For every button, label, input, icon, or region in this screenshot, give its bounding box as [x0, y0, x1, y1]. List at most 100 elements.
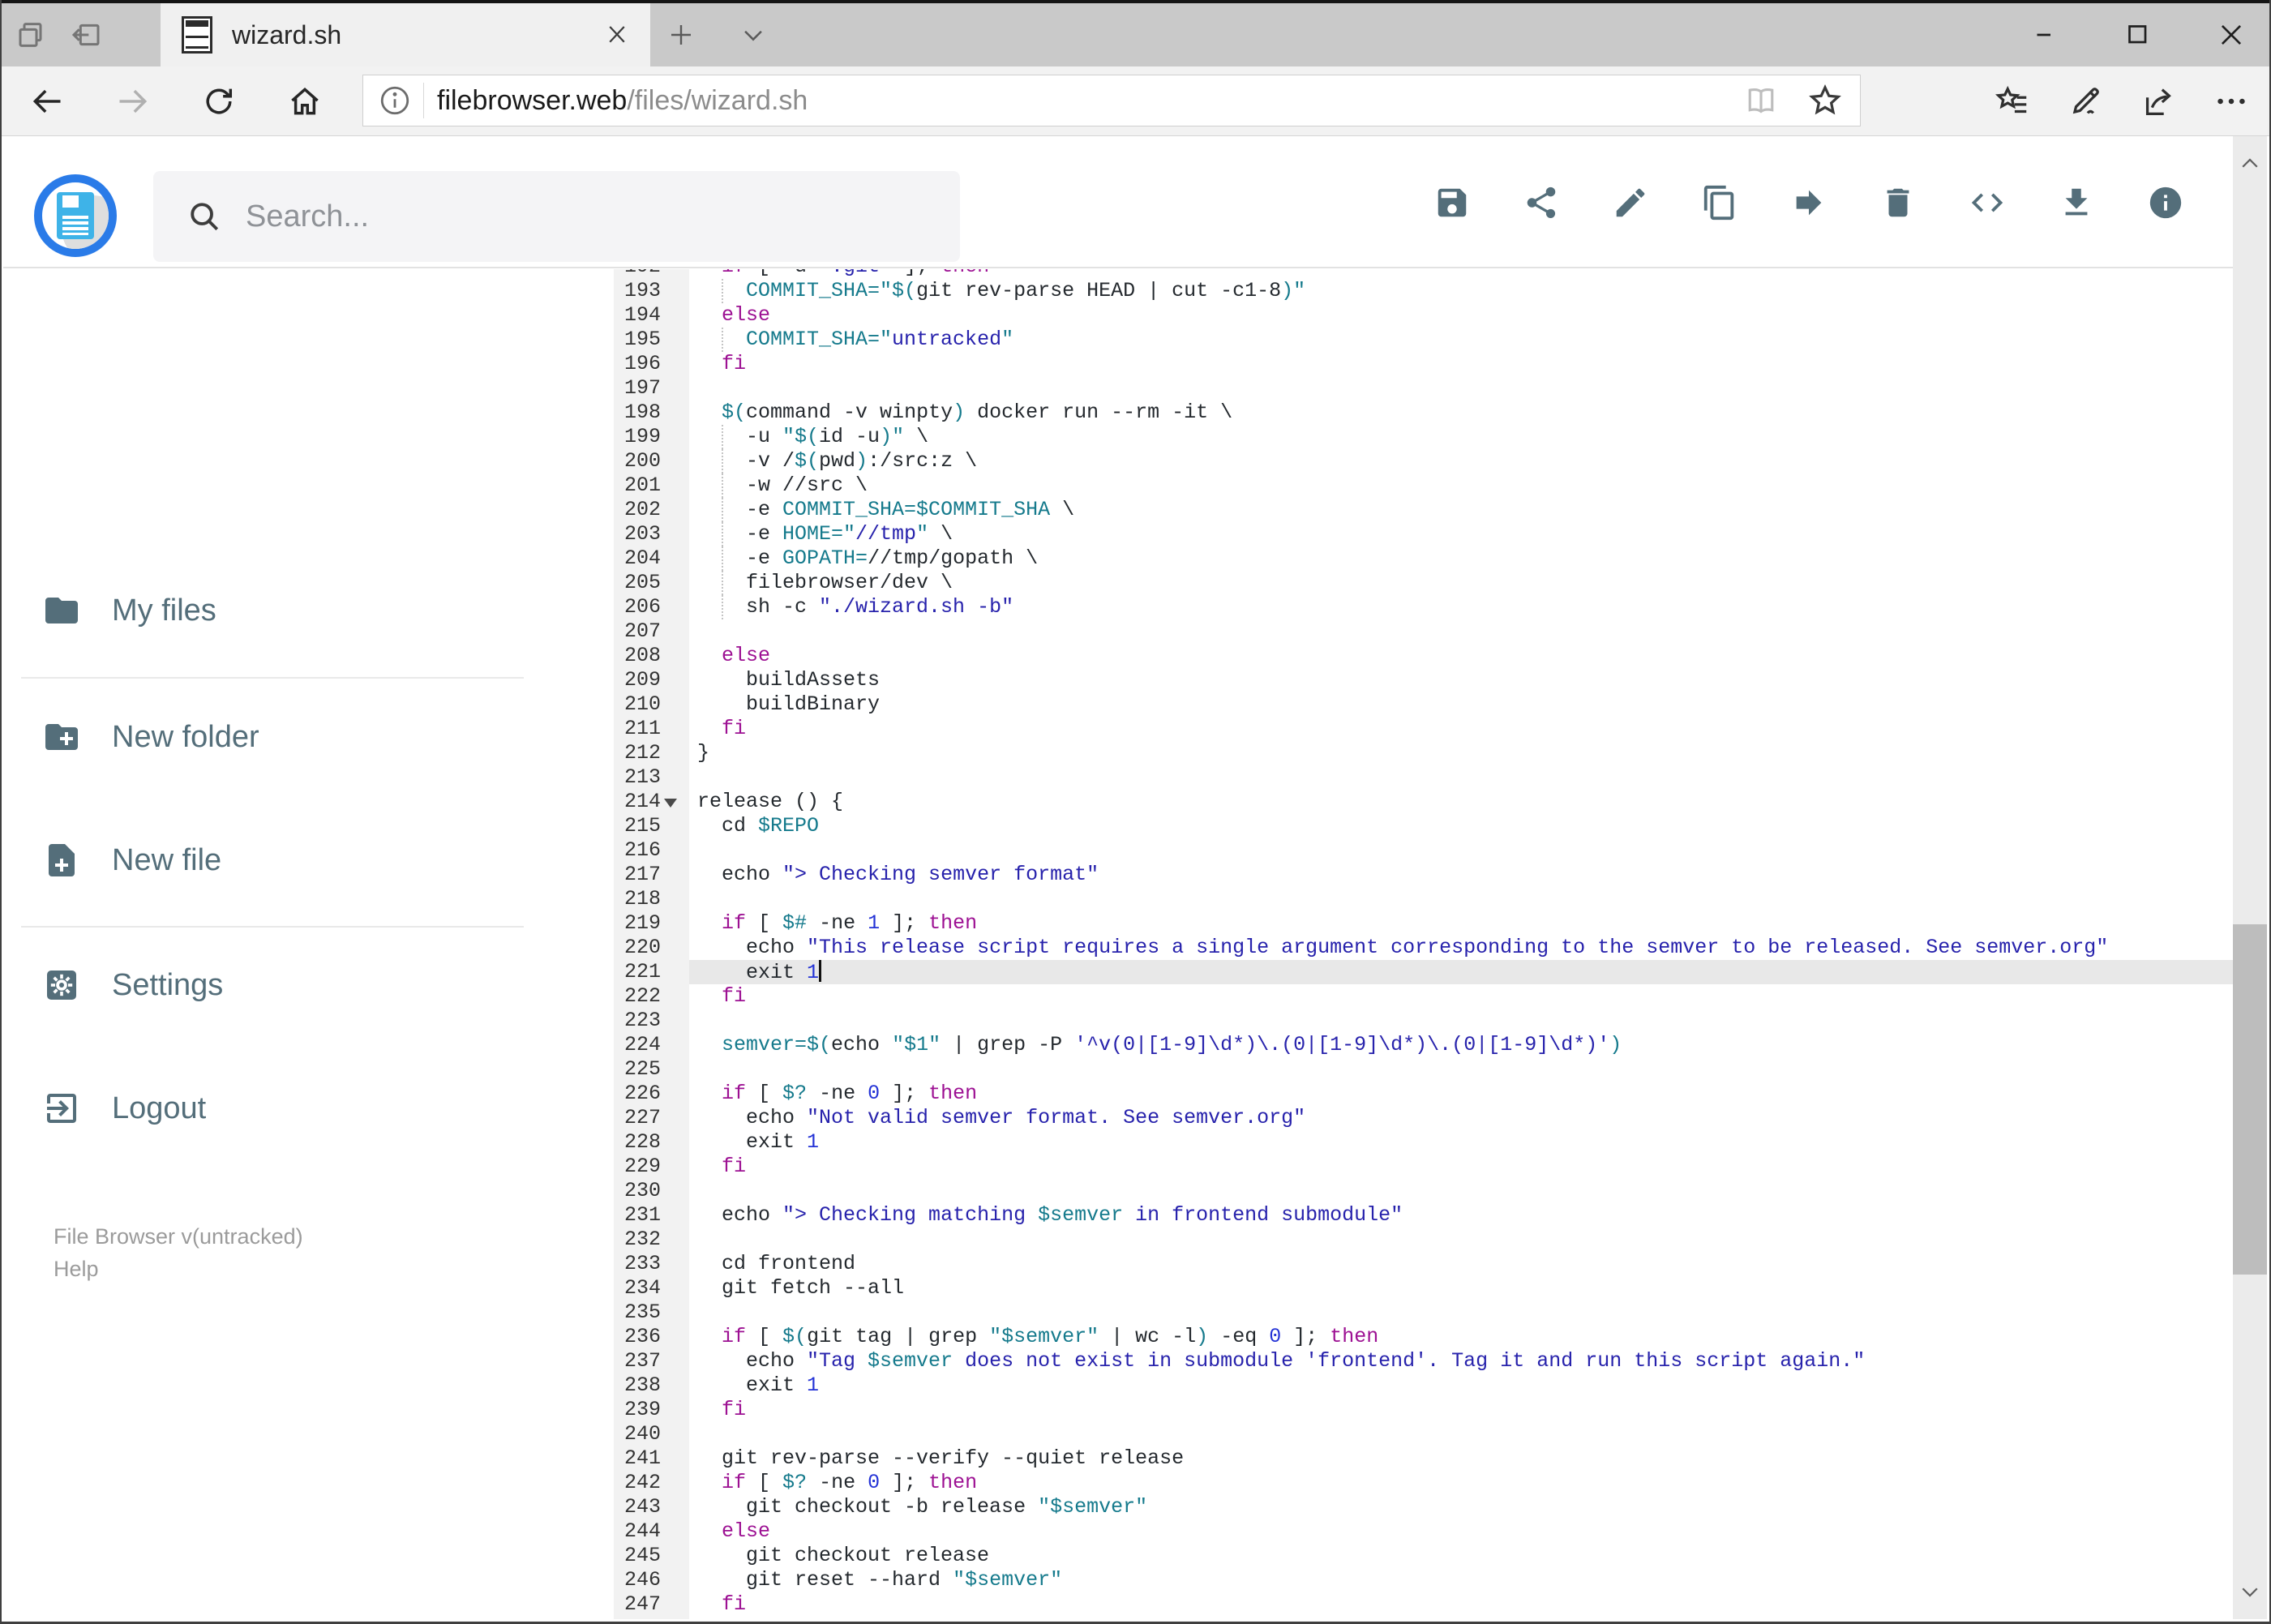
- code-line[interactable]: 219 if [ $# -ne 1 ]; then: [537, 911, 2233, 936]
- code-line[interactable]: 201 -w //src \: [537, 473, 2233, 498]
- code-line[interactable]: 225: [537, 1057, 2233, 1082]
- filebrowser-logo-icon[interactable]: [34, 174, 117, 257]
- code-line[interactable]: 213: [537, 765, 2233, 790]
- code-line[interactable]: 229 fi: [537, 1155, 2233, 1179]
- code-line[interactable]: 235: [537, 1300, 2233, 1325]
- save-button[interactable]: [1433, 184, 1471, 221]
- code-line[interactable]: 214 release () {: [537, 790, 2233, 814]
- code-line[interactable]: 245 git checkout release: [537, 1544, 2233, 1568]
- code-line[interactable]: 222 fi: [537, 984, 2233, 1009]
- sidebar-item-new-file[interactable]: New file: [3, 831, 537, 889]
- close-icon[interactable]: [2216, 19, 2247, 50]
- code-line[interactable]: 236 if [ $(git tag | grep "$semver" | wc…: [537, 1325, 2233, 1349]
- code-line[interactable]: 246 git reset --hard "$semver": [537, 1568, 2233, 1592]
- hub-icon[interactable]: [1994, 83, 2031, 120]
- search-input[interactable]: [246, 199, 960, 234]
- code-line[interactable]: 209 buildAssets: [537, 668, 2233, 692]
- favorite-star-icon[interactable]: [1806, 82, 1844, 119]
- new-tab-icon[interactable]: [666, 20, 696, 49]
- code-line[interactable]: 223: [537, 1009, 2233, 1033]
- site-info-icon[interactable]: [378, 84, 412, 118]
- code-line[interactable]: 228 exit 1: [537, 1130, 2233, 1155]
- back-icon[interactable]: [24, 79, 70, 124]
- code-line[interactable]: 206 sh -c "./wizard.sh -b": [537, 595, 2233, 619]
- refresh-icon[interactable]: [196, 79, 242, 124]
- code-line[interactable]: 218: [537, 887, 2233, 911]
- code-line[interactable]: 199 -u "$(id -u)" \: [537, 425, 2233, 449]
- code-line[interactable]: 224 semver=$(echo "$1" | grep -P '^v(0|[…: [537, 1033, 2233, 1057]
- code-line[interactable]: 215 cd $REPO: [537, 814, 2233, 838]
- scroll-down-icon[interactable]: [2233, 1574, 2267, 1609]
- code-line[interactable]: 210 buildBinary: [537, 692, 2233, 717]
- code-line[interactable]: 203 -e HOME="//tmp" \: [537, 522, 2233, 546]
- code-line[interactable]: 234 git fetch --all: [537, 1276, 2233, 1300]
- code-line[interactable]: 212}: [537, 741, 2233, 765]
- code-line[interactable]: 241 git rev-parse --verify --quiet relea…: [537, 1446, 2233, 1471]
- code-editor[interactable]: 192 if [ -d ".git" ]; then193 COMMIT_SHA…: [537, 269, 2233, 1619]
- code-line[interactable]: 195 COMMIT_SHA="untracked": [537, 328, 2233, 352]
- sidebar-item-new-folder[interactable]: New folder: [3, 708, 537, 766]
- copy-button[interactable]: [1701, 184, 1738, 221]
- sidebar-item-settings[interactable]: Settings: [3, 956, 537, 1014]
- move-button[interactable]: [1790, 184, 1828, 221]
- code-line[interactable]: 244 else: [537, 1519, 2233, 1544]
- reading-view-icon[interactable]: [1743, 83, 1779, 118]
- annotate-pen-icon[interactable]: [2067, 83, 2104, 120]
- code-line[interactable]: 200 -v /$(pwd):/src:z \: [537, 449, 2233, 473]
- maximize-icon[interactable]: [2123, 20, 2153, 49]
- code-line[interactable]: 238 exit 1: [537, 1373, 2233, 1398]
- home-icon[interactable]: [282, 79, 328, 124]
- code-line[interactable]: 243 git checkout -b release "$semver": [537, 1495, 2233, 1519]
- set-tabs-aside-icon[interactable]: [70, 19, 102, 51]
- sidebar-item-logout[interactable]: Logout: [3, 1079, 537, 1138]
- more-icon[interactable]: [2213, 83, 2250, 120]
- info-button[interactable]: [2147, 184, 2184, 221]
- code-line[interactable]: 242 if [ $? -ne 0 ]; then: [537, 1471, 2233, 1495]
- code-line[interactable]: 197: [537, 376, 2233, 401]
- download-button[interactable]: [2058, 184, 2095, 221]
- code-line[interactable]: 220 echo "This release script requires a…: [537, 936, 2233, 960]
- page-scrollbar[interactable]: [2233, 136, 2267, 1619]
- share-button[interactable]: [1523, 184, 1560, 221]
- code-line[interactable]: 226 if [ $? -ne 0 ]; then: [537, 1082, 2233, 1106]
- fold-arrow-icon[interactable]: [664, 799, 677, 808]
- address-bar[interactable]: filebrowser.web/files/wizard.sh: [362, 75, 1861, 126]
- edit-button[interactable]: [1612, 184, 1649, 221]
- code-line[interactable]: 247 fi: [537, 1592, 2233, 1617]
- sidebar-item-my-files[interactable]: My files: [3, 581, 537, 640]
- code-line[interactable]: 193 COMMIT_SHA="$(git rev-parse HEAD | c…: [537, 279, 2233, 303]
- code-line[interactable]: 232: [537, 1228, 2233, 1252]
- scrollbar-thumb[interactable]: [2233, 924, 2267, 1275]
- tab-dropdown-icon[interactable]: [739, 21, 767, 49]
- code-line[interactable]: 192 if [ -d ".git" ]; then: [537, 269, 2233, 279]
- code-line[interactable]: 216: [537, 838, 2233, 863]
- tab-close-icon[interactable]: [605, 23, 629, 47]
- code-line[interactable]: 239 fi: [537, 1398, 2233, 1422]
- code-line[interactable]: 240: [537, 1422, 2233, 1446]
- code-line[interactable]: 208 else: [537, 644, 2233, 668]
- code-line[interactable]: 211 fi: [537, 717, 2233, 741]
- search-box[interactable]: [153, 171, 960, 262]
- code-line[interactable]: 196 fi: [537, 352, 2233, 376]
- forward-icon[interactable]: [110, 79, 156, 124]
- code-line[interactable]: 204 -e GOPATH=//tmp/gopath \: [537, 546, 2233, 571]
- delete-button[interactable]: [1879, 184, 1917, 221]
- code-line[interactable]: 237 echo "Tag $semver does not exist in …: [537, 1349, 2233, 1373]
- tab-preview-icon[interactable]: [16, 19, 49, 51]
- code-line[interactable]: 202 -e COMMIT_SHA=$COMMIT_SHA \: [537, 498, 2233, 522]
- code-line[interactable]: 227 echo "Not valid semver format. See s…: [537, 1106, 2233, 1130]
- url-text[interactable]: filebrowser.web/files/wizard.sh: [437, 85, 1743, 117]
- code-line[interactable]: 217 echo "> Checking semver format": [537, 863, 2233, 887]
- code-line[interactable]: 230: [537, 1179, 2233, 1203]
- minimize-icon[interactable]: [2031, 20, 2060, 49]
- code-line[interactable]: 198 $(command -v winpty) docker run --rm…: [537, 401, 2233, 425]
- code-line[interactable]: 194 else: [537, 303, 2233, 328]
- share-icon[interactable]: [2140, 83, 2177, 120]
- code-line[interactable]: 221 exit 1: [537, 960, 2233, 984]
- tab-wizard-sh[interactable]: wizard.sh: [161, 3, 650, 66]
- code-button[interactable]: [1969, 184, 2006, 221]
- code-line[interactable]: 205 filebrowser/dev \: [537, 571, 2233, 595]
- code-line[interactable]: 233 cd frontend: [537, 1252, 2233, 1276]
- code-line[interactable]: 231 echo "> Checking matching $semver in…: [537, 1203, 2233, 1228]
- help-link[interactable]: Help: [54, 1257, 99, 1282]
